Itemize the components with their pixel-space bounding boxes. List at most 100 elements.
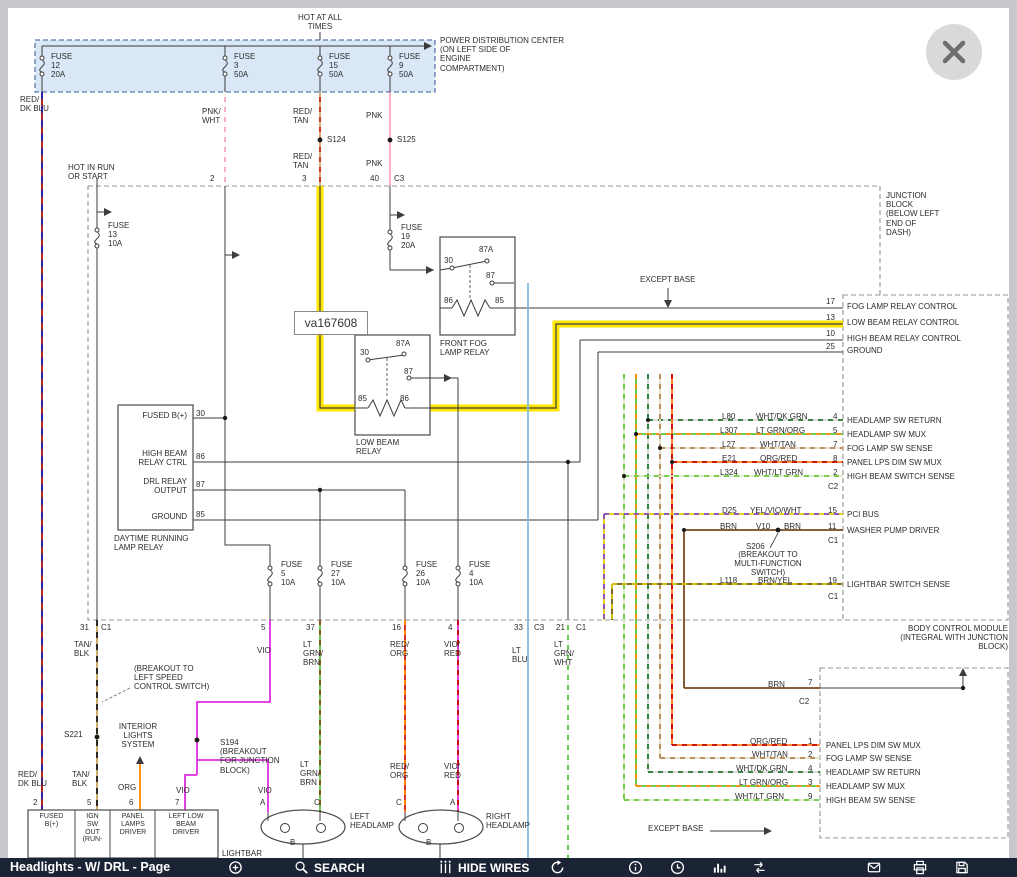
rh-pin-c: C bbox=[396, 798, 402, 807]
drl-caption: DAYTIME RUNNING LAMP RELAY bbox=[114, 534, 189, 552]
save-icon bbox=[954, 860, 970, 875]
br-pin-1: 1 bbox=[808, 737, 812, 746]
bcm-label-high-beam-ctrl: HIGH BEAM RELAY CONTROL bbox=[847, 334, 961, 343]
bcm-signal-label: PANEL LPS DIM SW MUX bbox=[847, 458, 942, 467]
lh-wire-vio: VIO bbox=[258, 786, 272, 795]
wire-label-pnk: PNK bbox=[366, 111, 382, 120]
wire-code: E21 bbox=[722, 454, 736, 463]
wire-code: L80 bbox=[722, 412, 735, 421]
br-wire-wht-lt-grn: WHT/LT GRN bbox=[735, 792, 784, 801]
bcm-conn-c2: C2 bbox=[828, 482, 838, 491]
lb-relay-pin-30: 30 bbox=[360, 348, 369, 357]
wire-label-pnk-2: PNK bbox=[366, 159, 382, 168]
blb-pin-2: 2 bbox=[33, 798, 37, 807]
right-headlamp-symbol bbox=[399, 810, 483, 844]
wire-pin: 5 bbox=[833, 426, 837, 435]
print-icon bbox=[912, 860, 928, 875]
hide-wires-label: HIDE WIRES bbox=[458, 861, 529, 875]
headlamp-switch-box bbox=[820, 668, 1008, 838]
wire-pin: 15 bbox=[828, 506, 837, 515]
jb-pin-33: 33 bbox=[514, 623, 523, 632]
wire-label-vio: VIO bbox=[257, 646, 271, 655]
wire-pin: 2 bbox=[833, 468, 837, 477]
bcm-signal-label: PCI BUS bbox=[847, 510, 879, 519]
fog-relay-pin-87a: 87A bbox=[479, 245, 493, 254]
history-button[interactable] bbox=[670, 858, 685, 877]
jb-conn-c1: C1 bbox=[101, 623, 111, 632]
br-pin-4: 4 bbox=[808, 764, 812, 773]
print-button[interactable] bbox=[912, 858, 928, 877]
wire-label-red-tan: RED/ TAN bbox=[293, 107, 312, 125]
bcm-label-fog-ctrl: FOG LAMP RELAY CONTROL bbox=[847, 302, 957, 311]
fog-relay-pin-87: 87 bbox=[486, 271, 495, 280]
bcm-signal-label: HEADLAMP SW RETURN bbox=[847, 416, 942, 425]
mail-icon bbox=[866, 860, 882, 875]
fog-relay-pin-86: 86 bbox=[444, 296, 453, 305]
jb-conn-c3b: C3 bbox=[534, 623, 544, 632]
zoom-in-button[interactable] bbox=[228, 858, 243, 877]
br-label-fog-sense: FOG LAMP SW SENSE bbox=[826, 754, 912, 763]
lb-relay-pin-86: 86 bbox=[400, 394, 409, 403]
left-headlamp-label: LEFT HEADLAMP bbox=[350, 812, 394, 830]
save-button[interactable] bbox=[954, 858, 970, 877]
wire-pin: 4 bbox=[833, 412, 837, 421]
except-base-bottom-label: EXCEPT BASE bbox=[648, 824, 703, 833]
bcm-label-low-beam-ctrl: LOW BEAM RELAY CONTROL bbox=[847, 318, 959, 327]
wire-code: BRN bbox=[720, 522, 737, 531]
wire-code: L27 bbox=[722, 440, 735, 449]
search-button[interactable]: SEARCH bbox=[294, 858, 365, 877]
drl-pin-87: 87 bbox=[196, 480, 205, 489]
hide-wires-button[interactable]: HIDE WIRES bbox=[438, 858, 529, 877]
bcm-caption: BODY CONTROL MODULE (INTEGRAL WITH JUNCT… bbox=[838, 624, 1008, 652]
fuse-13-label: FUSE 13 10A bbox=[108, 221, 129, 249]
junction-block-title: JUNCTION BLOCK (BELOW LEFT END OF DASH) bbox=[886, 191, 939, 237]
drl-pin-86: 86 bbox=[196, 452, 205, 461]
lb-relay-pin-87a: 87A bbox=[396, 339, 410, 348]
br-pin-7: 7 bbox=[808, 678, 812, 687]
wire-label-vio-red: VIO/ RED bbox=[444, 640, 461, 658]
rotate-button[interactable] bbox=[550, 858, 565, 877]
wire-circuit: V10 bbox=[756, 522, 770, 531]
br-wire-wht-tan: WHT/TAN bbox=[752, 750, 788, 759]
fuse-26-label: FUSE 26 10A bbox=[416, 560, 437, 588]
share-button[interactable] bbox=[752, 858, 767, 877]
lb-relay-caption: LOW BEAM RELAY bbox=[356, 438, 399, 456]
br-pin-9: 9 bbox=[808, 792, 812, 801]
share-icon bbox=[752, 860, 767, 875]
splice-s125: S125 bbox=[397, 135, 416, 144]
history-icon bbox=[670, 860, 685, 875]
stats-button[interactable] bbox=[712, 858, 727, 877]
bcm-signal-label: WASHER PUMP DRIVER bbox=[847, 526, 939, 535]
wire-code: L307 bbox=[720, 426, 738, 435]
drl-row-high-beam: HIGH BEAM RELAY CTRL bbox=[120, 449, 187, 467]
interior-lights-label: INTERIOR LIGHTS SYSTEM bbox=[112, 722, 164, 750]
s206-sub-label: (BREAKOUT TO MULTI-FUNCTION SWITCH) bbox=[724, 550, 812, 578]
bcm-pin-25: 25 bbox=[826, 342, 835, 351]
lb-relay-pin-85: 85 bbox=[358, 394, 367, 403]
wire-color: BRN bbox=[784, 522, 801, 531]
fuse-3-label: FUSE 3 50A bbox=[234, 52, 255, 80]
fuse-4-label: FUSE 4 10A bbox=[469, 560, 490, 588]
br-wire-brn: BRN bbox=[768, 680, 785, 689]
blb-col-left-low-beam: LEFT LOW BEAM DRIVER bbox=[157, 813, 215, 836]
br-wire-org-red: ORG/RED bbox=[750, 737, 787, 746]
left-headlamp-symbol bbox=[261, 810, 345, 844]
rh-wire-vio-red: VIO/ RED bbox=[444, 762, 461, 780]
fuse-19-label: FUSE 19 20A bbox=[401, 223, 422, 251]
wire-label-lt-grn-brn: LT GRN/ BRN bbox=[303, 640, 323, 668]
bcm-conn-c1b: C1 bbox=[828, 592, 838, 601]
wire-pin: 11 bbox=[828, 522, 836, 531]
info-icon bbox=[628, 860, 643, 875]
jb-pin-31: 31 bbox=[80, 623, 89, 632]
bcm-signal-label: LIGHTBAR SWITCH SENSE bbox=[847, 580, 950, 589]
lightbar-partial-label: LIGHTBAR bbox=[222, 849, 262, 858]
bcm-label-ground: GROUND bbox=[847, 346, 883, 355]
wire-label-lt-grn-wht: LT GRN/ WHT bbox=[554, 640, 574, 668]
rh-wire-red-org: RED/ ORG bbox=[390, 762, 409, 780]
close-button[interactable] bbox=[926, 24, 982, 80]
info-button[interactable] bbox=[628, 858, 643, 877]
email-button[interactable] bbox=[866, 858, 882, 877]
fuse-12-label: FUSE 12 20A bbox=[51, 52, 72, 80]
jb-pin-37: 37 bbox=[306, 623, 315, 632]
hot-in-run-label: HOT IN RUN OR START bbox=[68, 163, 115, 181]
